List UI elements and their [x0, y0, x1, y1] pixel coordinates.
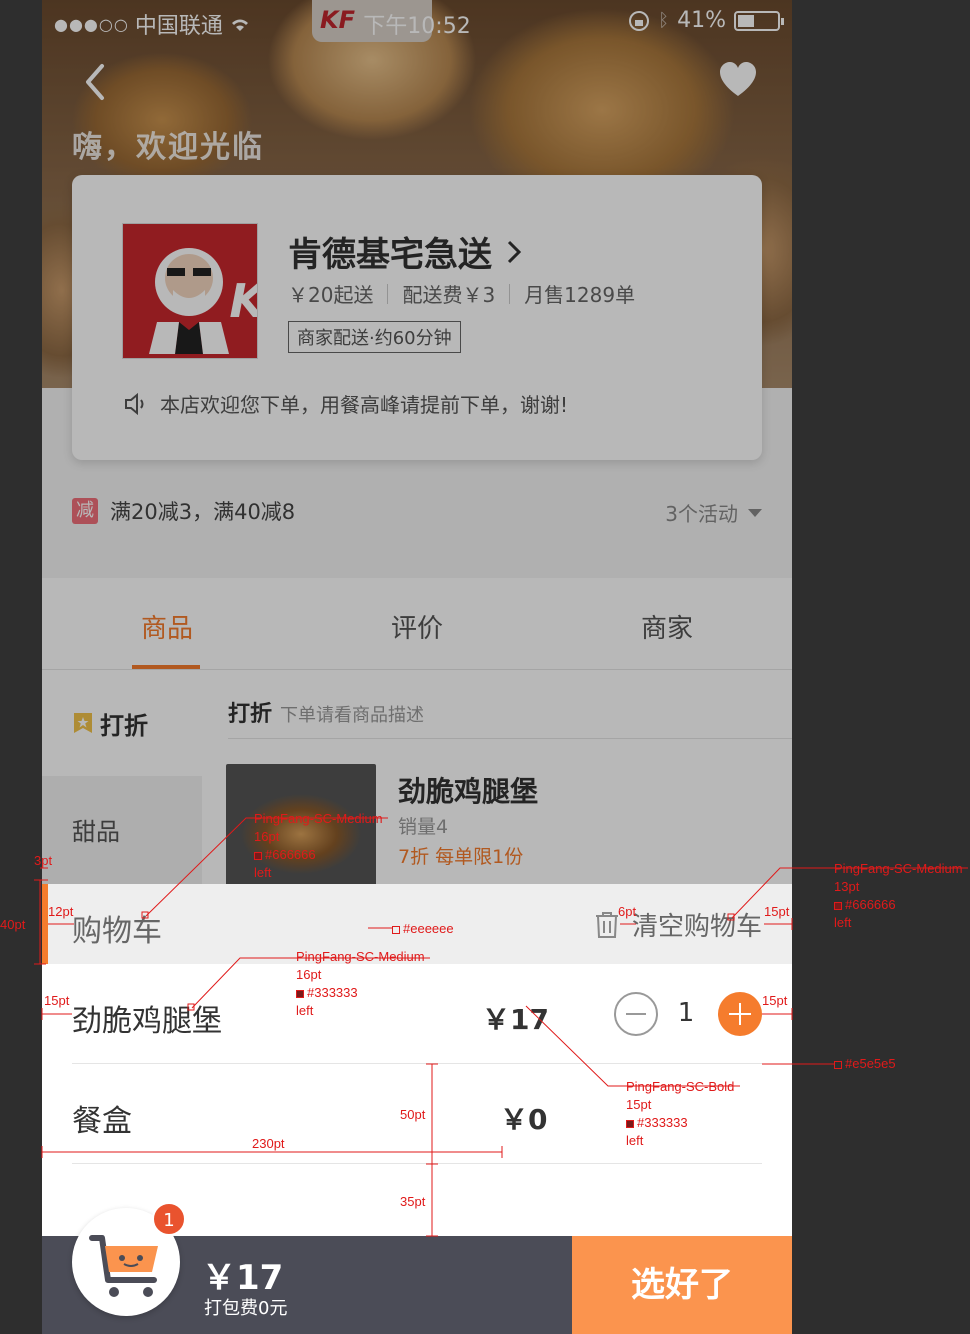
annotation-bg-color: #eeeeee — [392, 920, 454, 938]
cart-total: ￥17 — [202, 1258, 284, 1298]
dim-35pt: 35pt — [400, 1194, 426, 1209]
dim-50pt: 50pt — [400, 1107, 426, 1122]
checkout-button[interactable]: 选好了 — [572, 1236, 792, 1334]
dim-overlay[interactable] — [42, 0, 792, 884]
annotation-price: PingFang-SC-Bold 15pt #333333 left — [626, 1079, 735, 1148]
dim-15pt-left: 15pt — [44, 993, 70, 1008]
dim-15pt-right: 15pt — [762, 993, 788, 1008]
quantity-value: 1 — [677, 998, 695, 1028]
trash-icon — [595, 911, 618, 938]
cart-item-name: 餐盒 — [72, 1104, 132, 1139]
dim-15pt-clear: 15pt — [764, 904, 790, 919]
minus-button[interactable] — [614, 992, 658, 1036]
annotation-cart-title: PingFang-SC-Medium 16pt #666666 left — [254, 811, 383, 880]
cart-item-name: 劲脆鸡腿堡 — [72, 1004, 222, 1039]
plus-button[interactable] — [718, 992, 762, 1036]
dim-230pt: 230pt — [252, 1136, 285, 1151]
bottom-bar: 1 ￥17 打包费0元 选好了 — [42, 1202, 792, 1334]
cart-count-badge: 1 — [152, 1202, 186, 1236]
cart-item-price: ￥17 — [482, 1003, 549, 1036]
cart-item-price: ￥0 — [500, 1103, 548, 1136]
cart-accent-bar — [42, 884, 48, 964]
dim-6pt: 6pt — [618, 904, 637, 919]
annotation-clear-cart: PingFang-SC-Medium 13pt #666666 left — [834, 861, 963, 930]
annotation-item-name: PingFang-SC-Medium 16pt #333333 left — [296, 949, 425, 1018]
annotation-line-color: #e5e5e5 — [834, 1055, 896, 1073]
dim-40pt: 40pt — [0, 917, 26, 932]
pack-fee: 打包费0元 — [204, 1298, 288, 1319]
dim-12pt: 12pt — [48, 904, 74, 919]
dim-3pt: 3pt — [34, 853, 53, 868]
cart-title: 购物车 — [72, 914, 162, 949]
